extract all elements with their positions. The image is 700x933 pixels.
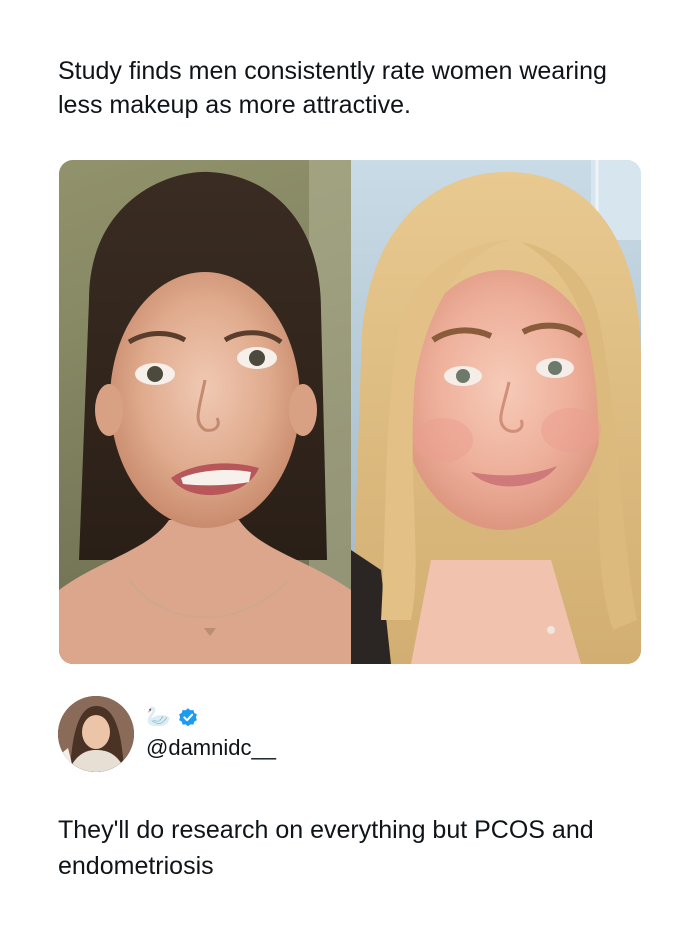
post-card: Study finds men consistently rate women … xyxy=(0,0,700,933)
photo-left[interactable] xyxy=(59,160,351,664)
swan-icon: 🦢 xyxy=(146,706,171,728)
verified-badge-icon xyxy=(179,708,197,727)
display-name[interactable]: 🦢 xyxy=(146,706,199,728)
post-media[interactable] xyxy=(59,160,641,664)
portrait-photo-icon xyxy=(351,160,641,664)
author-handle[interactable]: @damnidc__ xyxy=(146,734,276,762)
post-headline: Study finds men consistently rate women … xyxy=(58,57,607,119)
portrait-photo-icon xyxy=(59,160,351,664)
avatar-photo-icon xyxy=(58,696,134,772)
photo-right[interactable] xyxy=(351,160,641,664)
tweet-text: They'll do research on everything but PC… xyxy=(58,816,594,880)
avatar[interactable] xyxy=(58,696,134,772)
author-row[interactable]: 🦢 @damnidc__ xyxy=(58,696,658,776)
